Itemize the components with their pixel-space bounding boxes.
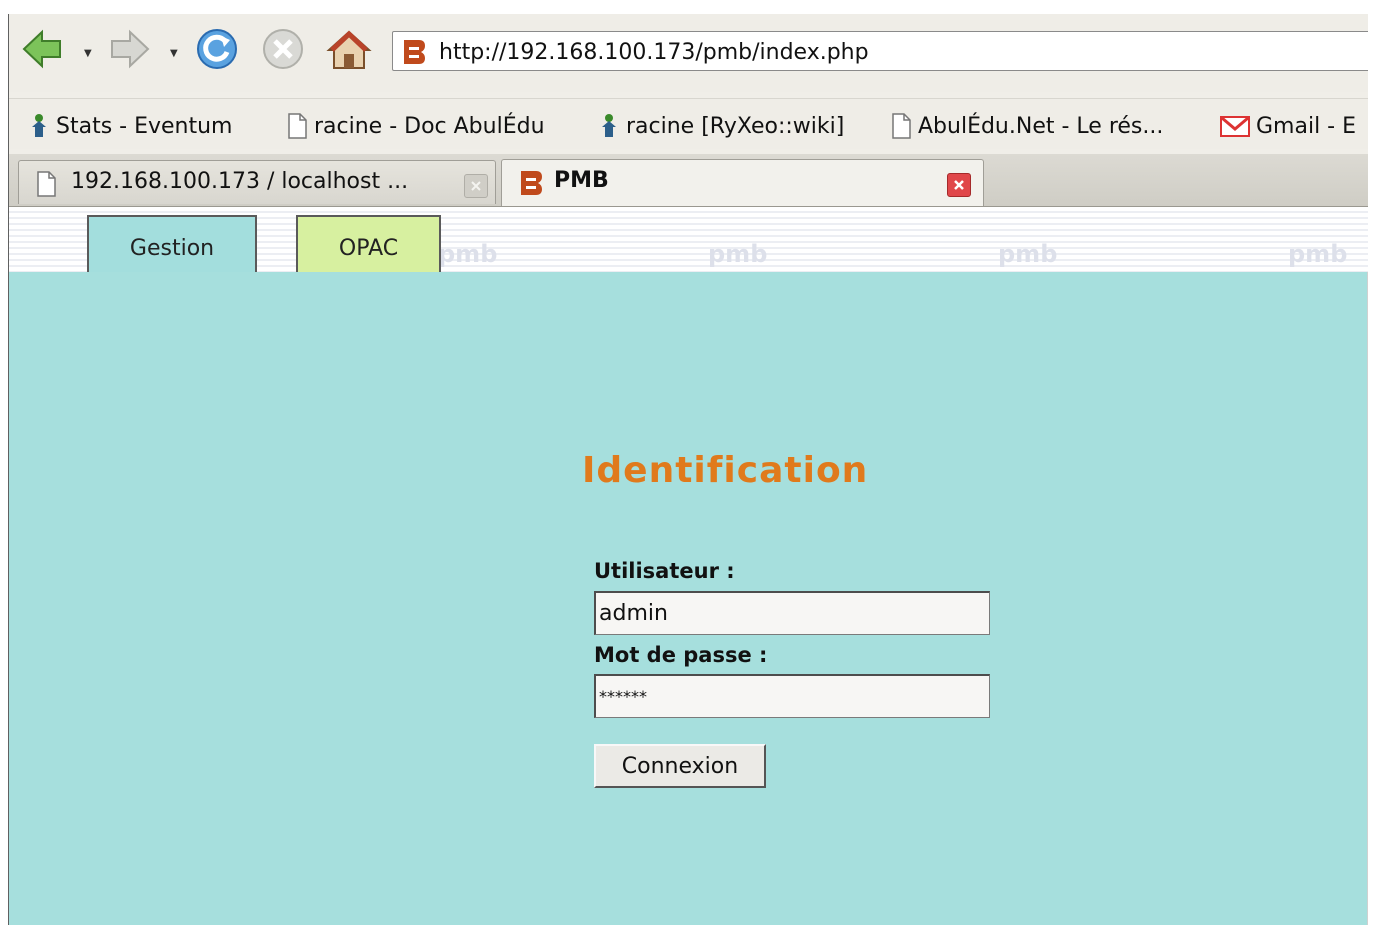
bookmark-label: racine [RyXeo::wiki] xyxy=(626,113,845,139)
browser-tab-strip: 192.168.100.173 / localhost ... PMB xyxy=(8,154,1368,207)
tree-people-icon xyxy=(602,114,616,137)
page-title: Identification xyxy=(582,450,869,491)
app-header: pmb pmb pmb pmb Gestion OPAC xyxy=(8,207,1368,274)
password-label: Mot de passe : xyxy=(594,643,768,667)
pmb-watermark: pmb xyxy=(998,240,1058,268)
close-tab-icon[interactable] xyxy=(464,174,488,198)
home-icon[interactable] xyxy=(326,26,372,72)
browser-tab-label: 192.168.100.173 / localhost ... xyxy=(71,169,409,194)
bookmark-label: racine - Doc AbulÉdu xyxy=(314,113,545,139)
forward-history-dropdown-icon[interactable]: ▼ xyxy=(170,48,178,59)
page-icon xyxy=(288,113,307,139)
navigation-toolbar: ▼ ▼ http://192.168.100.173/pmb/index.php xyxy=(8,14,1368,92)
bookmark-gmail[interactable]: Gmail - E xyxy=(1220,111,1356,141)
bookmark-label: Stats - Eventum xyxy=(56,113,233,139)
browser-window: ▼ ▼ http://192.168.100.173/pmb/index.php xyxy=(8,14,1368,925)
address-bar[interactable]: http://192.168.100.173/pmb/index.php xyxy=(392,31,1368,71)
forward-icon[interactable] xyxy=(106,26,152,72)
bookmarks-toolbar: Stats - Eventum racine - Doc AbulÉdu rac… xyxy=(8,98,1368,149)
pmb-watermark: pmb xyxy=(438,240,498,268)
page-icon xyxy=(37,171,56,197)
pmb-watermark: pmb xyxy=(708,240,768,268)
bookmark-stats-eventum[interactable]: Stats - Eventum xyxy=(28,111,232,141)
tab-gestion[interactable]: Gestion xyxy=(87,215,257,274)
page-icon xyxy=(892,113,911,139)
bookmark-racine-ryxeo-wiki[interactable]: racine [RyXeo::wiki] xyxy=(598,111,844,141)
browser-tab-phpmyadmin[interactable]: 192.168.100.173 / localhost ... xyxy=(18,160,496,204)
browser-tab-label: PMB xyxy=(554,168,609,193)
username-input[interactable] xyxy=(594,591,990,635)
pmb-watermark: pmb xyxy=(1288,240,1348,268)
bookmark-racine-doc-abuledu[interactable]: racine - Doc AbulÉdu xyxy=(286,111,545,141)
pmb-favicon-icon xyxy=(404,40,425,64)
back-icon[interactable] xyxy=(20,26,66,72)
password-input[interactable] xyxy=(594,674,990,718)
url-text[interactable]: http://192.168.100.173/pmb/index.php xyxy=(439,40,869,65)
pmb-favicon-icon xyxy=(521,171,542,195)
close-tab-icon[interactable] xyxy=(947,173,971,197)
tab-opac[interactable]: OPAC xyxy=(296,215,441,272)
gmail-icon xyxy=(1220,116,1250,137)
bookmark-label: Gmail - E xyxy=(1256,113,1357,139)
reload-icon[interactable] xyxy=(194,26,240,72)
bookmark-abuledu-net[interactable]: AbulÉdu.Net - Le rés... xyxy=(890,111,1163,141)
login-area: Identification Utilisateur : Mot de pass… xyxy=(8,272,1368,925)
back-history-dropdown-icon[interactable]: ▼ xyxy=(84,48,92,59)
username-label: Utilisateur : xyxy=(594,559,735,583)
bookmark-label: AbulÉdu.Net - Le rés... xyxy=(918,113,1164,139)
tree-people-icon xyxy=(32,114,46,137)
page-viewport: pmb pmb pmb pmb Gestion OPAC Identificat… xyxy=(8,207,1368,925)
stop-icon[interactable] xyxy=(260,26,306,72)
page-edge xyxy=(1367,272,1368,925)
connexion-button[interactable]: Connexion xyxy=(594,744,766,788)
browser-tab-pmb[interactable]: PMB xyxy=(501,159,984,206)
